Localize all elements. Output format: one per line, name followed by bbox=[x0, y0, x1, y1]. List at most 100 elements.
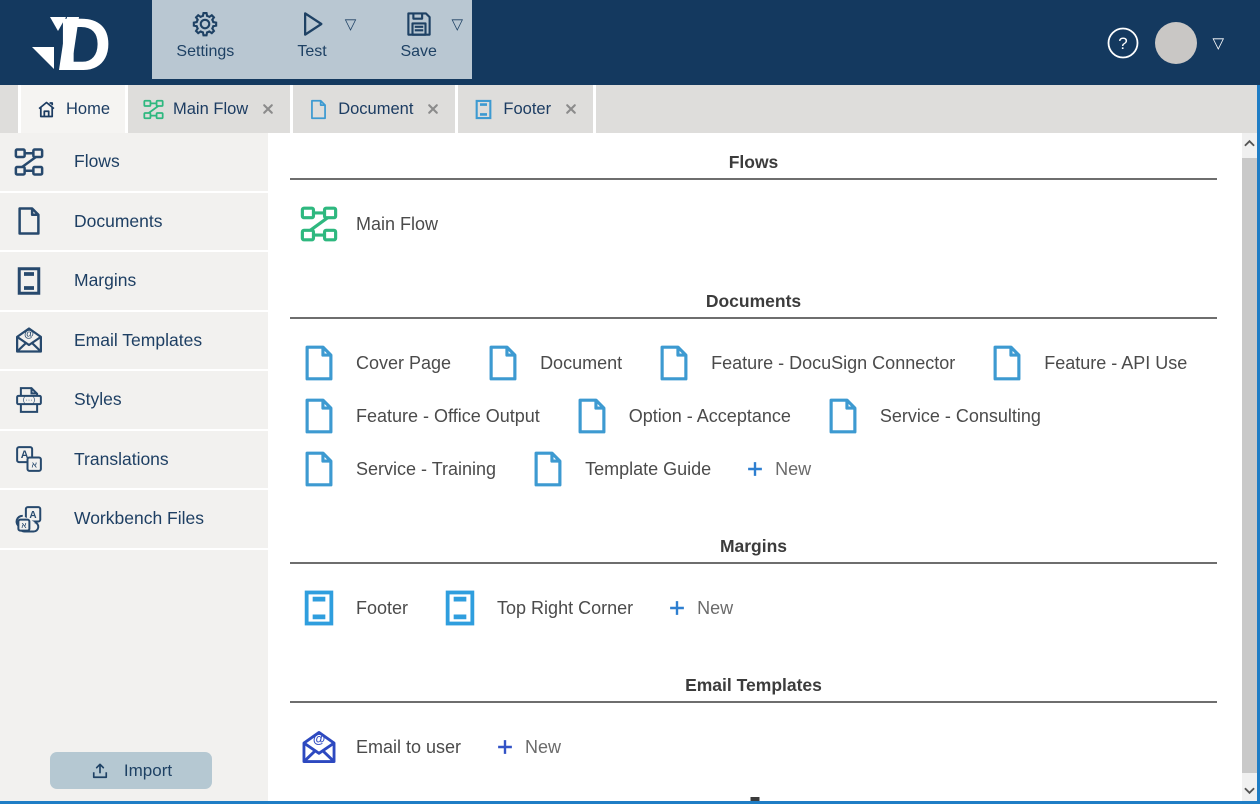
test-button[interactable]: ▽ Test bbox=[259, 0, 366, 79]
scroll-down-icon[interactable] bbox=[1242, 783, 1257, 799]
sidebar-item-workbench-files[interactable]: A א Workbench Files bbox=[0, 490, 268, 550]
tab-bar: Home Main Flow Document Footer bbox=[0, 85, 1257, 133]
document-icon bbox=[484, 344, 522, 382]
item-row: Main Flow bbox=[300, 205, 1217, 243]
section-items: Footer Top Right Corner New bbox=[290, 564, 1217, 656]
item-main-flow[interactable]: Main Flow bbox=[300, 205, 438, 243]
item-label: Document bbox=[540, 352, 623, 373]
plus-icon bbox=[744, 458, 766, 480]
item-label: Email to user bbox=[356, 736, 462, 757]
plus-icon bbox=[666, 597, 688, 619]
content-area: Flows Main Flow Documents Cover Page Documen… bbox=[268, 133, 1242, 801]
scroll-up-icon[interactable] bbox=[1242, 135, 1257, 151]
svg-text:A: A bbox=[29, 510, 36, 521]
item-feature-office-output[interactable]: Feature - Office Output bbox=[300, 397, 540, 435]
item-row: Service - Training Template Guide New bbox=[300, 450, 1217, 488]
import-button[interactable]: Import bbox=[50, 752, 212, 789]
close-icon[interactable] bbox=[261, 102, 275, 116]
sidebar-item-styles[interactable]: (···) Styles bbox=[0, 371, 268, 431]
close-icon[interactable] bbox=[564, 102, 578, 116]
scroll-thumb[interactable] bbox=[1242, 158, 1257, 773]
tab-main-flow[interactable]: Main Flow bbox=[125, 85, 290, 133]
item-footer[interactable]: Footer bbox=[300, 589, 408, 627]
tab-label: Document bbox=[338, 99, 414, 118]
section-heading: Flows bbox=[728, 152, 779, 172]
svg-text:א: א bbox=[21, 521, 26, 530]
item-label: Cover Page bbox=[356, 352, 452, 373]
import-button-label: Import bbox=[123, 760, 173, 780]
tab-footer[interactable]: Footer bbox=[455, 85, 597, 133]
document-icon bbox=[14, 206, 44, 236]
email-icon: @ bbox=[300, 728, 338, 766]
section-heading: Email Templates bbox=[685, 675, 822, 695]
svg-text:@: @ bbox=[313, 732, 325, 746]
item-label: Feature - Office Output bbox=[356, 405, 540, 426]
app-logo: D bbox=[26, 3, 118, 86]
item-email-to-user[interactable]: @ Email to user bbox=[300, 728, 461, 766]
section-margins: Margins Footer Top Right Corner New bbox=[290, 517, 1217, 656]
item-label: Service - Consulting bbox=[879, 405, 1041, 426]
item-feature-docusign-connector[interactable]: Feature - DocuSign Connector bbox=[655, 344, 955, 382]
user-menu-caret-icon[interactable]: ▽ bbox=[1212, 34, 1224, 52]
close-icon[interactable] bbox=[426, 102, 440, 116]
section-heading: Margins bbox=[719, 536, 788, 556]
sidebar-item-label: Flows bbox=[74, 151, 120, 172]
item-service-consulting[interactable]: Service - Consulting bbox=[824, 397, 1041, 435]
item-feature-api-use[interactable]: Feature - API Use bbox=[988, 344, 1187, 382]
sidebar-item-email-templates[interactable]: @ Email Templates bbox=[0, 312, 268, 371]
vertical-scrollbar[interactable] bbox=[1242, 133, 1257, 801]
home-icon bbox=[36, 99, 57, 120]
item-option-acceptance[interactable]: Option - Acceptance bbox=[573, 397, 791, 435]
item-service-training[interactable]: Service - Training bbox=[300, 450, 496, 488]
help-icon[interactable]: ? bbox=[1106, 26, 1140, 60]
document-icon bbox=[988, 344, 1026, 382]
save-icon bbox=[404, 9, 434, 39]
play-icon bbox=[297, 9, 327, 39]
tab-document[interactable]: Document bbox=[290, 85, 455, 133]
item-template-guide[interactable]: Template Guide bbox=[529, 450, 711, 488]
document-icon bbox=[655, 344, 693, 382]
sidebar-item-label: Email Templates bbox=[74, 329, 203, 350]
document-icon bbox=[308, 99, 329, 120]
avatar[interactable] bbox=[1155, 21, 1198, 64]
plus-icon bbox=[494, 736, 516, 758]
toolbar: Settings ▽ Test ▽ Save bbox=[152, 0, 472, 79]
item-document[interactable]: Document bbox=[484, 344, 622, 382]
section-items: @ Email to user New bbox=[290, 703, 1217, 795]
svg-text:@: @ bbox=[24, 329, 34, 340]
sidebar: Flows Documents Margins @ Email Templates (··… bbox=[0, 133, 268, 801]
item-label: Footer bbox=[356, 597, 409, 618]
item-label: Main Flow bbox=[356, 213, 439, 234]
new-button-label: New bbox=[775, 458, 812, 479]
top-bar: D Settings ▽ Test ▽ Save ? ▽ bbox=[0, 0, 1260, 86]
flow-icon bbox=[14, 147, 44, 177]
dropdown-caret-icon[interactable]: ▽ bbox=[451, 15, 463, 33]
workbench-icon: Aא bbox=[14, 504, 44, 534]
sidebar-item-flows[interactable]: Flows bbox=[0, 133, 268, 193]
sidebar-item-translations[interactable]: A א Translations bbox=[0, 431, 268, 490]
new-button[interactable]: New bbox=[666, 597, 733, 619]
gear-icon bbox=[190, 9, 220, 39]
item-cover-page[interactable]: Cover Page bbox=[300, 344, 451, 382]
save-button[interactable]: ▽ Save bbox=[365, 0, 472, 79]
margin-icon bbox=[473, 99, 494, 120]
translations-icon: Aא bbox=[14, 444, 44, 474]
flow-icon bbox=[143, 99, 164, 120]
tab-home[interactable]: Home bbox=[18, 85, 126, 133]
sidebar-item-margins[interactable]: Margins bbox=[0, 252, 268, 312]
item-top-right-corner[interactable]: Top Right Corner bbox=[441, 589, 633, 627]
new-button[interactable]: New bbox=[494, 736, 561, 758]
item-row: @ Email to user New bbox=[300, 728, 1217, 766]
main-region: Flows Documents Margins @ Email Templates (··… bbox=[0, 133, 1257, 801]
next-section-peek bbox=[750, 797, 760, 801]
settings-button[interactable]: Settings bbox=[152, 0, 259, 79]
toolbar-button-label: Test bbox=[297, 43, 327, 60]
dropdown-caret-icon[interactable]: ▽ bbox=[345, 15, 357, 33]
section-email-templates: Email Templates @ Email to user New bbox=[290, 656, 1217, 795]
item-row: Feature - Office Output Option - Acceptan… bbox=[300, 397, 1217, 435]
sidebar-item-documents[interactable]: Documents bbox=[0, 193, 268, 252]
tab-label: Footer bbox=[503, 99, 552, 118]
new-button[interactable]: New bbox=[744, 458, 811, 480]
item-label: Top Right Corner bbox=[497, 597, 634, 618]
document-icon bbox=[300, 344, 338, 382]
